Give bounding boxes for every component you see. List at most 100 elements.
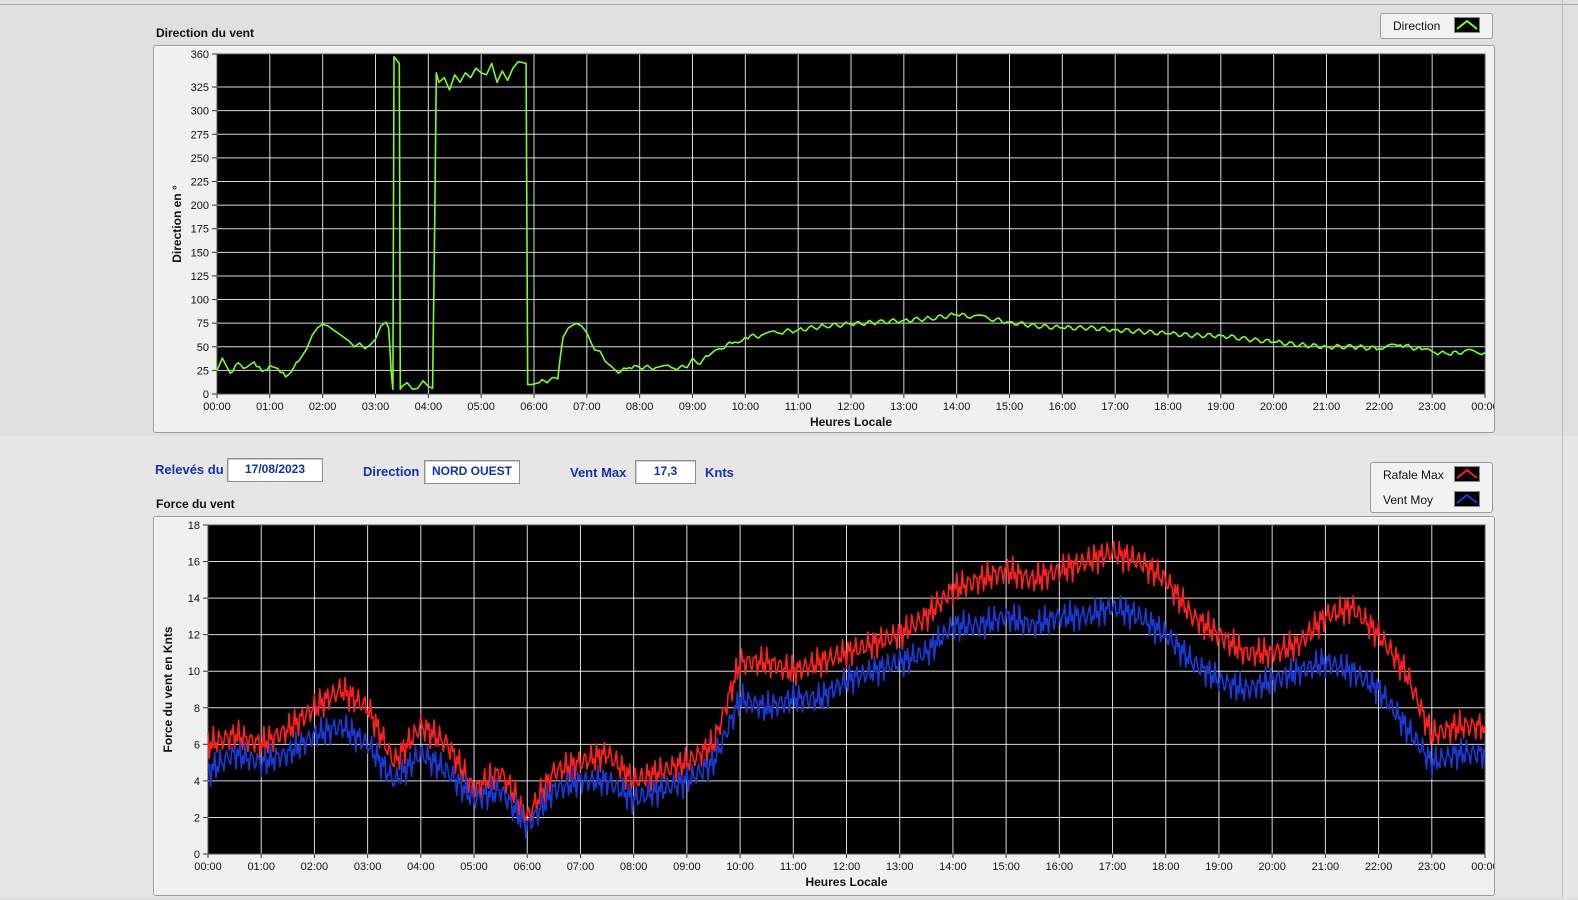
y-tick-label: 18	[188, 520, 200, 532]
x-tick-label: 19:00	[1205, 861, 1233, 873]
x-tick-label: 18:00	[1154, 401, 1182, 413]
ventmax-label: Vent Max	[570, 465, 627, 480]
legend-label-moyen: Vent Moy	[1383, 493, 1434, 507]
x-tick-label: 13:00	[886, 861, 914, 873]
legend-label-direction: Direction	[1393, 19, 1441, 33]
x-tick-label: 07:00	[567, 861, 595, 873]
x-tick-label: 01:00	[256, 401, 284, 413]
x-tick-label: 17:00	[1099, 861, 1127, 873]
y-tick-label: 325	[191, 82, 209, 94]
x-tick-label: 14:00	[943, 401, 971, 413]
x-tick-label: 09:00	[679, 401, 707, 413]
x-tick-label: 10:00	[732, 401, 760, 413]
releves-label: Relevés du	[155, 462, 224, 477]
y-tick-label: 275	[191, 129, 209, 141]
line-sample-icon	[1454, 466, 1480, 482]
legend-item-rafale[interactable]: Rafale Max	[1371, 463, 1492, 487]
y-tick-label: 125	[191, 271, 209, 283]
x-axis-title: Heures Locale	[805, 875, 887, 889]
x-tick-label: 11:00	[780, 861, 807, 873]
direction-chart-title: Direction du vent	[156, 26, 255, 40]
y-tick-label: 250	[191, 153, 209, 165]
x-tick-label: 16:00	[1046, 861, 1074, 873]
y-tick-label: 0	[194, 849, 200, 861]
y-tick-label: 2	[194, 812, 200, 824]
line-sample-icon	[1454, 491, 1480, 507]
x-tick-label: 00:00	[1471, 401, 1494, 413]
x-tick-label: 22:00	[1366, 401, 1394, 413]
x-tick-label: 19:00	[1207, 401, 1235, 413]
force-chart-frame: 00:00 01:00 02:00 03:00 04:00 05:00 06:00 07:00…	[153, 516, 1499, 896]
x-tick-label: 07:00	[573, 401, 601, 413]
y-tick-label: 8	[194, 703, 200, 715]
y-tick-label: 200	[191, 200, 209, 212]
ventmax-value-field[interactable]: 17,3	[635, 460, 696, 484]
direction-legend: Direction	[1380, 13, 1493, 39]
y-tick-label: 150	[191, 247, 209, 259]
direction-value-field[interactable]: NORD OUEST	[424, 460, 520, 484]
y-tick-label: 12	[188, 630, 200, 642]
window-right-border	[1562, 0, 1563, 897]
x-tick-label: 20:00	[1260, 401, 1288, 413]
x-tick-label: 03:00	[362, 401, 390, 413]
y-tick-label: 16	[188, 557, 200, 569]
y-tick-label: 175	[191, 224, 209, 236]
x-tick-label: 23:00	[1418, 861, 1446, 873]
x-tick-label: 05:00	[467, 401, 495, 413]
y-tick-label: 360	[191, 49, 209, 61]
y-tick-label: 10	[188, 666, 200, 678]
x-tick-label: 06:00	[520, 401, 548, 413]
ventmax-unit: Knts	[705, 465, 734, 480]
releves-date-field[interactable]: 17/08/2023	[227, 458, 323, 482]
y-tick-label: 0	[203, 389, 209, 401]
x-tick-label: 02:00	[309, 401, 337, 413]
legend-label-rafale: Rafale Max	[1383, 468, 1444, 482]
x-tick-label: 21:00	[1313, 401, 1341, 413]
x-tick-label: 00:00	[203, 401, 231, 413]
y-tick-label: 50	[197, 342, 209, 354]
y-tick-label: 25	[197, 365, 209, 377]
x-tick-label: 15:00	[992, 861, 1020, 873]
x-tick-label: 04:00	[415, 401, 443, 413]
x-tick-label: 03:00	[354, 861, 382, 873]
x-tick-label: 17:00	[1101, 401, 1129, 413]
x-tick-label: 08:00	[620, 861, 648, 873]
x-tick-label: 14:00	[939, 861, 967, 873]
y-axis-title: Force du vent en Knts	[161, 626, 175, 752]
y-tick-label: 6	[194, 739, 200, 751]
direction-chart-frame: 00:00 01:00 02:00 03:00 04:00 05:00 06:00 07:00…	[153, 45, 1499, 433]
line-sample-icon	[1454, 17, 1480, 33]
direction-chart: 00:00 01:00 02:00 03:00 04:00 05:00 06:00 07:00…	[170, 49, 1499, 429]
x-tick-label: 06:00	[513, 861, 541, 873]
y-tick-label: 4	[194, 776, 200, 788]
x-tick-label: 02:00	[301, 861, 329, 873]
legend-item-direction[interactable]: Direction	[1381, 14, 1492, 38]
x-tick-label: 11:00	[785, 401, 812, 413]
legend-item-moyen[interactable]: Vent Moy	[1371, 488, 1492, 512]
y-axis-title: Direction en °	[170, 185, 184, 263]
x-tick-label: 16:00	[1049, 401, 1077, 413]
force-chart-title: Force du vent	[156, 497, 235, 511]
x-tick-label: 15:00	[996, 401, 1024, 413]
window-top-border	[0, 4, 1578, 5]
x-tick-label: 23:00	[1418, 401, 1446, 413]
x-tick-label: 00:00	[194, 861, 222, 873]
x-tick-label: 09:00	[673, 861, 701, 873]
x-tick-label: 20:00	[1258, 861, 1286, 873]
y-tick-label: 14	[188, 593, 200, 605]
x-tick-label: 01:00	[247, 861, 275, 873]
force-legend: Rafale Max Vent Moy	[1370, 462, 1493, 513]
direction-label: Direction	[363, 464, 420, 479]
x-tick-label: 12:00	[837, 401, 865, 413]
x-tick-label: 18:00	[1152, 861, 1180, 873]
x-tick-label: 05:00	[460, 861, 488, 873]
x-tick-label: 04:00	[407, 861, 435, 873]
y-tick-label: 225	[191, 177, 209, 189]
x-tick-label: 10:00	[726, 861, 754, 873]
x-axis-title: Heures Locale	[810, 415, 892, 429]
x-tick-label: 12:00	[833, 861, 861, 873]
y-tick-label: 75	[197, 318, 209, 330]
x-tick-label: 13:00	[890, 401, 918, 413]
x-tick-label: 08:00	[626, 401, 654, 413]
x-tick-label: 22:00	[1365, 861, 1393, 873]
